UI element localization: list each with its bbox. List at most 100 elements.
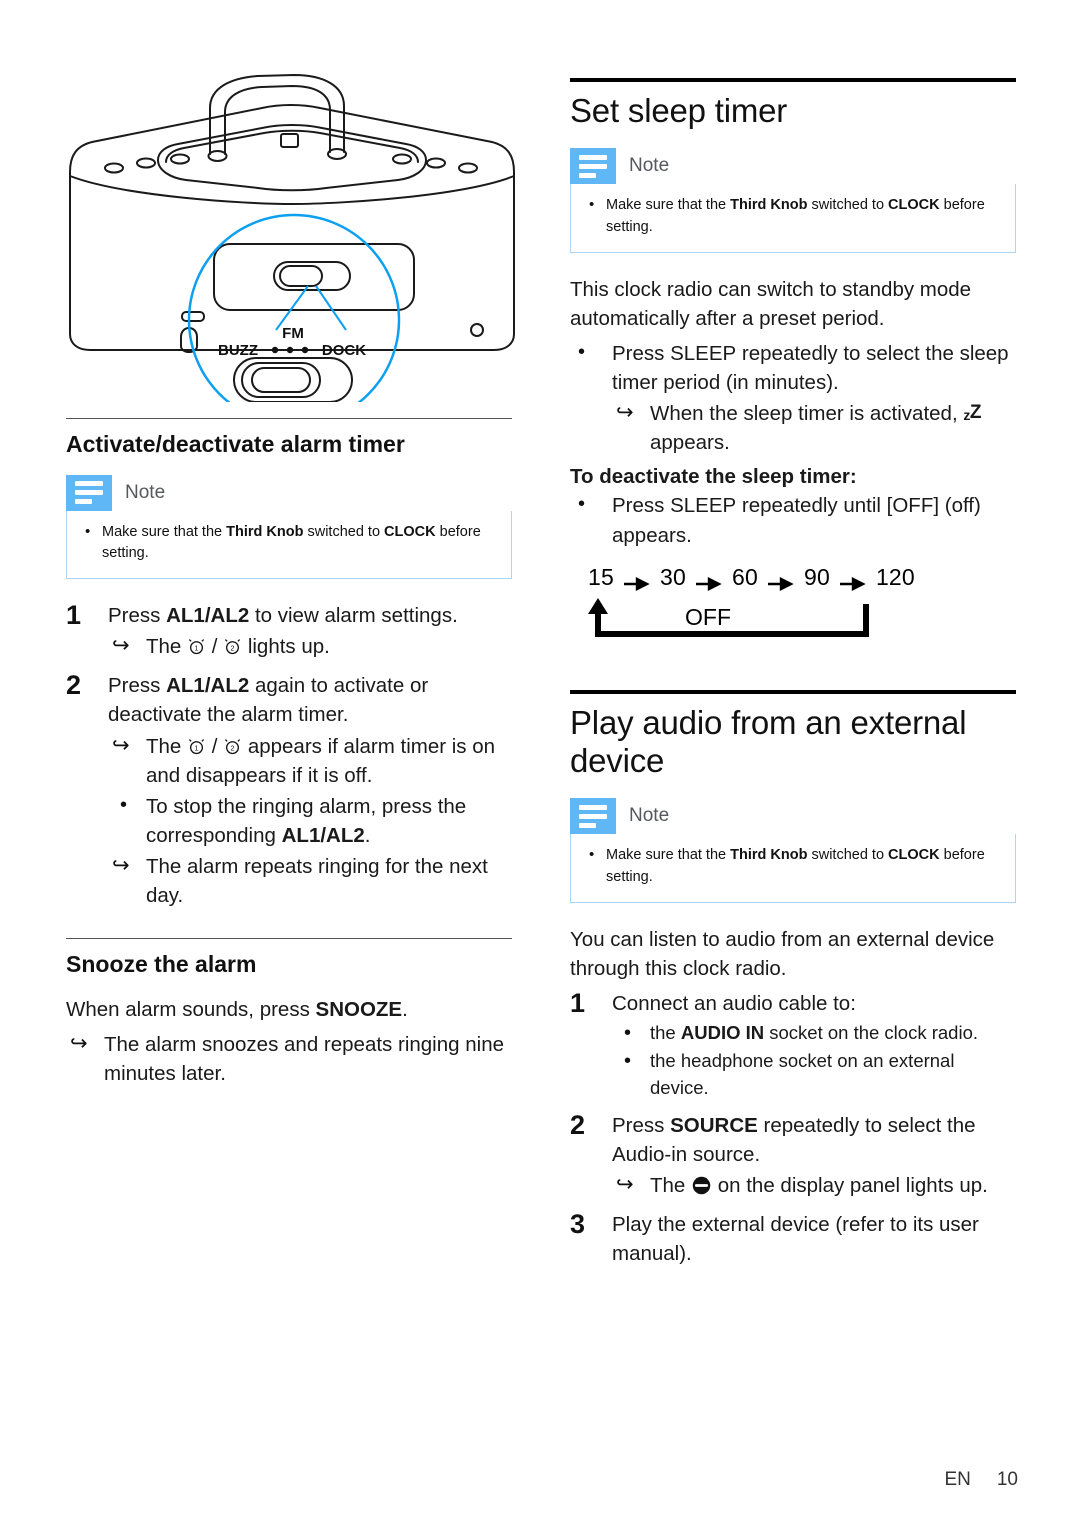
list-item: 1 Connect an audio cable to: the AUDIO I… xyxy=(570,987,1016,1101)
section-snooze-the-alarm: Snooze the alarm When alarm sounds, pres… xyxy=(66,938,512,1088)
list-item: 2 Press SOURCE repeatedly to select the … xyxy=(570,1109,1016,1200)
callout-dots xyxy=(271,346,309,354)
alarm-1-icon: 1 xyxy=(187,637,206,656)
left-column: Activate/deactivate alarm timer Note Mak… xyxy=(66,418,512,1088)
step-content: Connect an audio cable to: the AUDIO IN … xyxy=(612,989,1016,1101)
note-label: Note xyxy=(629,805,670,827)
list-item: Press SLEEP repeatedly to select the sle… xyxy=(570,338,1016,457)
section-divider xyxy=(570,78,1016,82)
list-item: The 1 / 2 appears if alarm timer is on a… xyxy=(108,731,512,790)
section-divider xyxy=(66,938,512,940)
svg-text:2: 2 xyxy=(231,744,235,752)
alarm-2-icon: 2 xyxy=(223,737,242,756)
footer-language-code: EN xyxy=(944,1469,971,1490)
note-body: Make sure that the Third Knob switched t… xyxy=(570,834,1016,903)
deactivate-sleep-heading: To deactivate the sleep timer: xyxy=(570,465,857,489)
sleep-timer-bullets: Press SLEEP repeatedly to select the sle… xyxy=(570,338,1016,457)
callout-label-dock: DOCK xyxy=(322,342,366,359)
step-substeps: the AUDIO IN socket on the clock radio. … xyxy=(612,1019,1016,1101)
list-item: 1 Press AL1/AL2 to view alarm settings. … xyxy=(66,600,512,661)
footer-page-number: 10 xyxy=(996,1469,1018,1490)
page-title-alarm-timer: Activate/deactivate alarm timer xyxy=(66,431,405,457)
note-bullet: Make sure that the Third Knob switched t… xyxy=(585,194,1001,239)
alarm-1-icon: 1 xyxy=(187,737,206,756)
sleep-value: 120 xyxy=(875,563,915,590)
external-device-steps: 1 Connect an audio cable to: the AUDIO I… xyxy=(570,987,1016,1268)
sleep-cycle-loop-path xyxy=(588,597,869,637)
list-item: To stop the ringing alarm, press the cor… xyxy=(108,791,512,850)
page-title-play-external: Play audio from an external device xyxy=(570,703,967,779)
list-item: The 1 / 2 lights up. xyxy=(108,631,512,661)
note-icon xyxy=(570,148,616,185)
sleep-value: 15 xyxy=(588,563,614,590)
step-number: 2 xyxy=(570,1109,586,1140)
sleep-value: 30 xyxy=(659,563,686,590)
note-icon xyxy=(66,474,112,511)
svg-text:1: 1 xyxy=(195,645,199,653)
note-bullet: Make sure that the Third Knob switched t… xyxy=(81,521,497,566)
step-content: Play the external device (refer to its u… xyxy=(612,1213,979,1266)
arrow-right-icon xyxy=(839,570,866,592)
note-box-external: Note Make sure that the Third Knob switc… xyxy=(570,798,1016,903)
list-item: 3 Play the external device (refer to its… xyxy=(570,1209,1016,1268)
note-label: Note xyxy=(629,155,670,177)
section-set-sleep-timer: Set sleep timer Note Make sure that the … xyxy=(570,78,1016,648)
callout-label-buzz: BUZZ xyxy=(218,342,258,359)
note-box-sleep: Note Make sure that the Third Knob switc… xyxy=(570,148,1016,253)
note-body: Make sure that the Third Knob switched t… xyxy=(570,184,1016,253)
alarm-steps-list: 1 Press AL1/AL2 to view alarm settings. … xyxy=(66,600,512,910)
section-activate-deactivate-alarm-timer: Activate/deactivate alarm timer Note Mak… xyxy=(66,418,512,910)
step-number: 1 xyxy=(66,600,82,631)
deactivate-sleep-bullets: Press SLEEP repeatedly until [OFF] (off)… xyxy=(570,490,1016,549)
svg-text:2: 2 xyxy=(231,645,235,653)
callout-label-fm: FM xyxy=(282,325,304,342)
list-item: When the sleep timer is activated, zZ ap… xyxy=(612,398,1016,457)
list-item: The alarm repeats ringing for the next d… xyxy=(108,851,512,910)
section-divider xyxy=(66,418,512,419)
list-item: 2 Press AL1/AL2 again to activate or dea… xyxy=(66,671,512,910)
section-play-audio-external-device: Play audio from an external device Note … xyxy=(570,689,1016,1269)
list-item: the AUDIO IN socket on the clock radio. xyxy=(612,1019,1016,1048)
list-item: The alarm snoozes and repeats ringing ni… xyxy=(66,1029,512,1088)
right-column: Set sleep timer Note Make sure that the … xyxy=(570,78,1016,1278)
note-bullet: Make sure that the Third Knob switched t… xyxy=(585,844,1001,889)
step-number: 1 xyxy=(570,987,586,1018)
note-header: Note xyxy=(570,798,1016,835)
alarm-2-icon: 2 xyxy=(223,637,242,656)
sleep-timer-cycle-diagram: 15 30 60 90 120 OFF xyxy=(588,563,915,648)
snooze-instruction: When alarm sounds, press SNOOZE. xyxy=(66,997,408,1021)
sleep-timer-intro: This clock radio can switch to standby m… xyxy=(570,277,972,330)
note-body: Make sure that the Third Knob switched t… xyxy=(66,510,512,580)
external-device-intro: You can listen to audio from an external… xyxy=(570,927,995,980)
note-label: Note xyxy=(125,481,166,503)
page-title-snooze: Snooze the alarm xyxy=(66,951,257,978)
step-results: The on the display panel lights up. xyxy=(612,1170,1016,1200)
step-content: Press AL1/AL2 to view alarm settings. Th… xyxy=(108,601,512,661)
arrow-right-icon xyxy=(695,570,722,592)
list-item: the headphone socket on an external devi… xyxy=(612,1047,1016,1101)
manual-page: FM BUZZ DOCK Activate/deactivate alarm t… xyxy=(0,0,1080,1527)
audio-in-icon xyxy=(691,1175,712,1196)
snooze-results: The alarm snoozes and repeats ringing ni… xyxy=(66,1029,512,1088)
svg-text:1: 1 xyxy=(195,744,199,752)
section-divider xyxy=(570,689,1016,694)
page-title-sleep-timer: Set sleep timer xyxy=(570,92,788,129)
arrow-right-icon xyxy=(623,570,650,592)
list-item: Press SLEEP repeatedly until [OFF] (off)… xyxy=(570,490,1016,549)
step-number: 2 xyxy=(66,670,82,701)
step-content: Press AL1/AL2 again to activate or deact… xyxy=(108,671,512,910)
step-number: 3 xyxy=(570,1209,586,1240)
sleep-value: 90 xyxy=(803,563,830,590)
note-icon xyxy=(570,798,616,835)
note-box-alarm: Note Make sure that the Third Knob switc… xyxy=(66,474,512,580)
page-footer: EN 10 xyxy=(944,1469,1018,1491)
sleep-timer-values-row: 15 30 60 90 120 xyxy=(588,563,915,592)
sleep-value-off: OFF xyxy=(679,603,737,631)
note-header: Note xyxy=(570,148,1016,185)
clock-radio-illustration: FM BUZZ DOCK xyxy=(62,72,522,427)
sleep-zz-icon: zZ xyxy=(963,402,981,424)
sleep-value: 60 xyxy=(731,563,758,590)
arrow-right-icon xyxy=(767,570,794,592)
note-header: Note xyxy=(66,474,512,511)
step-results: The 1 / 2 lights up. xyxy=(108,631,512,661)
